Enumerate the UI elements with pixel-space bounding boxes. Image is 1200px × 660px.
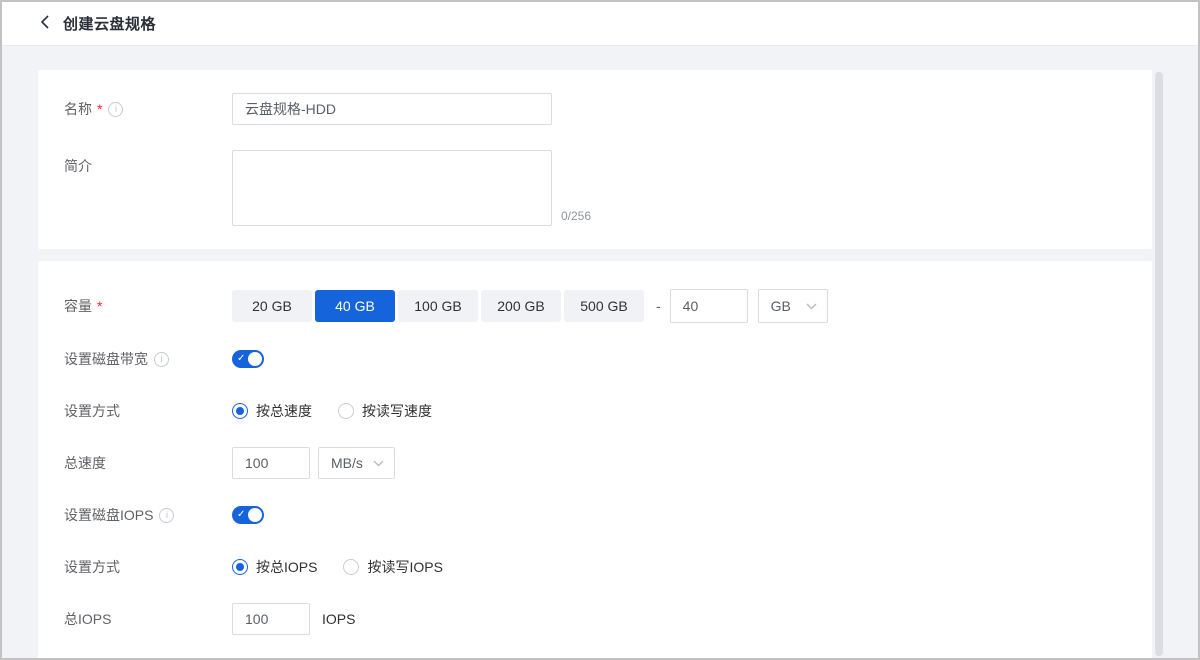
total-speed-label: 总速度 <box>64 453 106 473</box>
info-circle-icon[interactable]: i <box>154 352 169 367</box>
iops-toggle-label: 设置磁盘IOPS <box>64 505 153 525</box>
iops-toggle[interactable]: ✓ <box>232 506 264 524</box>
iops-toggle-label-group: 设置磁盘IOPS i <box>64 505 232 525</box>
range-separator: - <box>656 298 661 314</box>
toggle-knob <box>248 352 262 366</box>
radio-total-speed[interactable]: 按总速度 <box>232 401 312 421</box>
iops-mode-radio-group: 按总IOPS 按读写IOPS <box>232 557 443 577</box>
bandwidth-toggle-label: 设置磁盘带宽 <box>64 349 148 369</box>
description-label: 简介 <box>64 156 92 176</box>
required-asterisk: * <box>97 298 102 314</box>
name-label-group: 名称 * i <box>64 99 232 119</box>
iops-mode-label: 设置方式 <box>64 557 120 577</box>
description-row: 简介 0/256 <box>64 150 1126 226</box>
chevron-down-icon <box>806 303 817 310</box>
capacity-unit-select[interactable]: GB <box>758 289 828 323</box>
bandwidth-toggle[interactable]: ✓ <box>232 350 264 368</box>
capacity-option-20gb[interactable]: 20 GB <box>232 290 312 322</box>
capacity-label-group: 容量 * <box>64 296 232 316</box>
total-iops-label: 总IOPS <box>64 609 111 629</box>
radio-label: 按读写IOPS <box>367 557 442 577</box>
check-icon: ✓ <box>237 506 245 524</box>
capacity-button-group: 20 GB 40 GB 100 GB 200 GB 500 GB <box>232 290 644 322</box>
bandwidth-mode-label-group: 设置方式 <box>64 401 232 421</box>
radio-label: 按总速度 <box>256 401 312 421</box>
radio-circle-icon <box>338 403 354 419</box>
description-textarea[interactable] <box>232 150 552 226</box>
bandwidth-mode-radio-group: 按总速度 按读写速度 <box>232 401 432 421</box>
name-row: 名称 * i <box>64 93 1126 125</box>
capacity-option-500gb[interactable]: 500 GB <box>564 290 644 322</box>
capacity-option-40gb[interactable]: 40 GB <box>315 290 395 322</box>
radio-label: 按总IOPS <box>256 557 317 577</box>
capacity-label: 容量 <box>64 296 92 316</box>
total-iops-row: 总IOPS IOPS <box>64 603 1126 635</box>
speed-unit-select[interactable]: MB/s <box>318 447 395 479</box>
bandwidth-mode-label: 设置方式 <box>64 401 120 421</box>
total-speed-input[interactable] <box>232 447 310 479</box>
radio-circle-icon <box>343 559 359 575</box>
radio-label: 按读写速度 <box>362 401 432 421</box>
capacity-unit-value: GB <box>771 298 791 314</box>
required-asterisk: * <box>97 101 102 117</box>
capacity-option-100gb[interactable]: 100 GB <box>398 290 478 322</box>
radio-circle-icon <box>232 559 248 575</box>
char-counter: 0/256 <box>561 209 591 223</box>
total-speed-row: 总速度 MB/s <box>64 447 1126 479</box>
back-button[interactable] <box>40 15 49 32</box>
bandwidth-label-group: 设置磁盘带宽 i <box>64 349 232 369</box>
total-iops-label-group: 总IOPS <box>64 609 232 629</box>
total-iops-input[interactable] <box>232 603 310 635</box>
radio-readwrite-iops[interactable]: 按读写IOPS <box>343 557 442 577</box>
radio-total-iops[interactable]: 按总IOPS <box>232 557 317 577</box>
name-label: 名称 <box>64 99 92 119</box>
iops-mode-label-group: 设置方式 <box>64 557 232 577</box>
toggle-knob <box>248 508 262 522</box>
speed-unit-value: MB/s <box>331 455 363 471</box>
total-speed-label-group: 总速度 <box>64 453 232 473</box>
basic-info-card: 名称 * i 简介 0/256 <box>38 70 1152 249</box>
capacity-option-200gb[interactable]: 200 GB <box>481 290 561 322</box>
iops-mode-row: 设置方式 按总IOPS 按读写IOPS <box>64 551 1126 583</box>
description-label-group: 简介 <box>64 150 232 176</box>
iops-unit-text: IOPS <box>322 611 355 627</box>
spec-settings-card: 容量 * 20 GB 40 GB 100 GB 200 GB 500 GB - … <box>38 261 1152 659</box>
page-header: 创建云盘规格 <box>2 2 1198 46</box>
iops-toggle-row: 设置磁盘IOPS i ✓ <box>64 499 1126 531</box>
radio-circle-icon <box>232 403 248 419</box>
chevron-down-icon <box>373 460 384 467</box>
page-title: 创建云盘规格 <box>63 13 156 34</box>
vertical-scrollbar[interactable] <box>1155 72 1163 656</box>
app-window: 创建云盘规格 名称 * i 简介 0/256 容量 * <box>0 0 1200 660</box>
chevron-left-icon <box>40 15 49 32</box>
custom-capacity-input[interactable] <box>670 289 748 323</box>
radio-readwrite-speed[interactable]: 按读写速度 <box>338 401 432 421</box>
capacity-row: 容量 * 20 GB 40 GB 100 GB 200 GB 500 GB - … <box>64 289 1126 323</box>
info-circle-icon[interactable]: i <box>108 102 123 117</box>
name-input[interactable] <box>232 93 552 125</box>
bandwidth-toggle-row: 设置磁盘带宽 i ✓ <box>64 343 1126 375</box>
bandwidth-mode-row: 设置方式 按总速度 按读写速度 <box>64 395 1126 427</box>
info-circle-icon[interactable]: i <box>159 508 174 523</box>
check-icon: ✓ <box>237 350 245 368</box>
